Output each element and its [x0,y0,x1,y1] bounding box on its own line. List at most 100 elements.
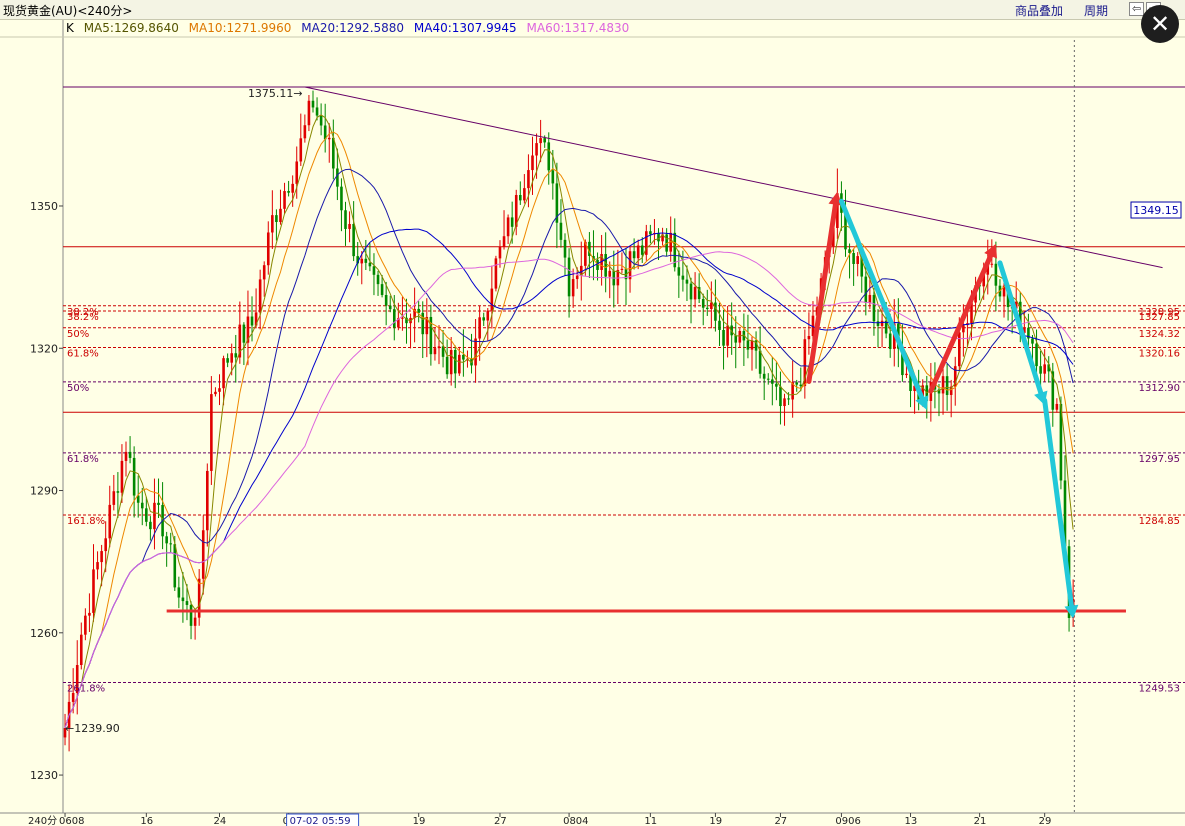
candle-body [283,191,286,209]
candle-body [88,612,91,616]
candle-body [714,302,717,321]
candle-body [380,284,384,295]
candle-body [905,373,908,376]
candle-body [718,320,721,330]
y-tick-label: 1320 [30,342,58,355]
interval-label: 240分 [28,815,57,826]
x-tick-label: 0804 [563,816,588,826]
candle-body [193,617,197,626]
candle-body [165,536,168,544]
candle-body [340,186,343,211]
trend-arrow-shaft [838,198,925,401]
trend-arrow-shaft [1042,397,1074,609]
fib-right-label: 1249.53 [1139,683,1180,694]
candle-body [360,258,364,264]
candle-body [783,398,786,407]
candle-body [307,100,311,126]
candle-body [84,615,87,635]
candle-body [169,543,173,545]
candle-body [945,376,949,395]
candle-body [640,245,644,255]
price-chart[interactable]: 1230126012901320135006081624071927080411… [0,0,1185,826]
candle-body [368,262,372,267]
candle-body [189,604,193,626]
candle-body [490,288,494,311]
candle-body [104,538,107,552]
candle-body [958,332,961,367]
candle-body [376,274,380,285]
candle-body [787,398,790,400]
candle-body [807,335,811,340]
candle-body [352,223,355,257]
candle-body [799,384,803,387]
x-tick-label: 27 [774,816,787,826]
candle-body [271,215,274,233]
candle-body [604,254,607,277]
candle-body [437,346,441,349]
x-tick-label: 19 [709,816,722,826]
candle-body [746,340,750,350]
candle-body [100,551,103,563]
close-icon[interactable]: ✕ [1141,5,1179,43]
candle-body [153,502,156,530]
x-tick-label: 29 [1039,816,1052,826]
candle-body [344,210,347,229]
candle-body [92,569,95,613]
candle-body [551,170,555,184]
candle-body [140,502,144,509]
candle-body [201,530,205,579]
candle-body [502,236,506,247]
candle-body [449,349,453,375]
candle-body [762,373,766,379]
candle-body [795,382,799,385]
candle-body [299,138,303,162]
fib-left-label: 50% [67,383,89,394]
fib-right-label: 1327.85 [1139,312,1180,323]
candle-body [864,276,868,303]
candle-body [181,597,185,602]
x-tick-label: 11 [644,816,657,826]
candle-body [417,308,420,313]
candle-body [766,378,770,380]
y-tick-label: 1350 [30,200,58,213]
candle-body [705,307,709,309]
candle-body [149,521,152,530]
candle-body [527,170,530,189]
candle-body [214,391,217,395]
y-tick-label: 1290 [30,485,58,498]
candle-body [124,451,128,461]
candle-body [185,601,189,605]
candle-body [758,350,762,374]
candle-body [279,208,282,223]
candle-body [531,155,534,171]
candle-body [734,335,738,343]
candle-body [453,349,457,374]
candle-body [876,321,880,326]
candle-body [1035,343,1038,367]
candle-body [539,138,542,144]
candle-body [173,544,177,588]
fib-right-label: 1297.95 [1139,454,1180,465]
candle-body [677,267,681,276]
candle-body [462,354,465,360]
candle-body [567,257,571,297]
candle-body [112,491,116,505]
candle-body [384,294,388,306]
candle-body [962,325,965,333]
candle-body [401,317,404,319]
candle-body [628,251,632,280]
candle-body [701,299,705,308]
candle-body [226,358,229,363]
current-price-label: 1349.15 [1133,204,1179,217]
candle-body [494,258,498,289]
x-tick-label: 24 [213,816,226,826]
candle-body [523,188,526,201]
candle-body [458,354,461,374]
candle-body [510,217,514,227]
candle-body [518,195,522,201]
candle-body [872,294,876,322]
candle-body [222,358,225,389]
fib-right-label: 1284.85 [1139,516,1180,527]
candle-body [779,386,782,407]
fib-right-label: 1312.90 [1139,383,1180,394]
